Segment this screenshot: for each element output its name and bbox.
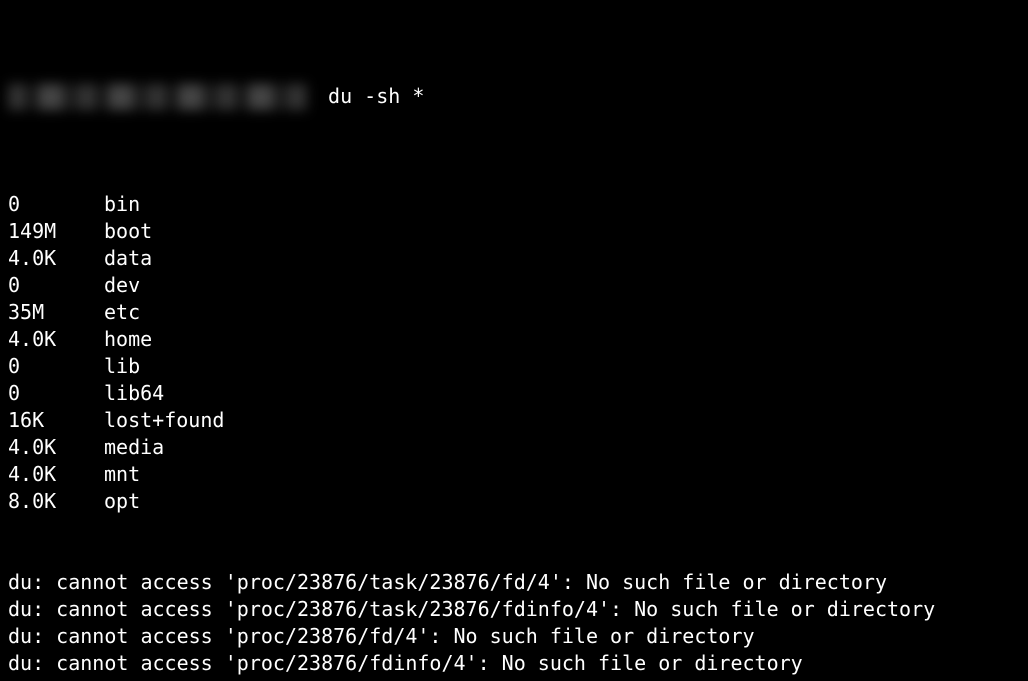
du-name: lib — [104, 353, 140, 380]
du-error-line: du: cannot access 'proc/23876/fdinfo/4':… — [8, 650, 1020, 677]
du-size: 35M — [8, 299, 104, 326]
du-row: 4.0Kdata — [8, 245, 1020, 272]
du-row: 4.0Khome — [8, 326, 1020, 353]
du-row: 149Mboot — [8, 218, 1020, 245]
du-size: 4.0K — [8, 461, 104, 488]
du-name: bin — [104, 191, 140, 218]
du-size: 0 — [8, 191, 104, 218]
du-name: home — [104, 326, 152, 353]
du-name: boot — [104, 218, 152, 245]
du-row: 4.0Kmedia — [8, 434, 1020, 461]
du-row: 0lib — [8, 353, 1020, 380]
du-name: lost+found — [104, 407, 224, 434]
du-row: 0dev — [8, 272, 1020, 299]
terminal-output[interactable]: du -sh * 0bin149Mboot4.0Kdata0dev35Metc4… — [0, 0, 1028, 681]
du-size: 4.0K — [8, 245, 104, 272]
du-size: 16K — [8, 407, 104, 434]
du-name: opt — [104, 488, 140, 515]
du-error-line: du: cannot access 'proc/23876/fd/4': No … — [8, 623, 1020, 650]
du-name: media — [104, 434, 164, 461]
du-size: 4.0K — [8, 434, 104, 461]
du-size: 0 — [8, 353, 104, 380]
du-name: mnt — [104, 461, 140, 488]
command-text: du -sh * — [316, 83, 424, 110]
du-row: 0lib64 — [8, 380, 1020, 407]
du-row: 4.0Kmnt — [8, 461, 1020, 488]
du-error-block: du: cannot access 'proc/23876/task/23876… — [8, 569, 1020, 677]
du-row: 0bin — [8, 191, 1020, 218]
du-size: 0 — [8, 380, 104, 407]
du-name: lib64 — [104, 380, 164, 407]
du-name: data — [104, 245, 152, 272]
du-row: 16Klost+found — [8, 407, 1020, 434]
prompt-line: du -sh * — [8, 83, 1020, 110]
du-size: 4.0K — [8, 326, 104, 353]
du-row: 35Metc — [8, 299, 1020, 326]
du-row: 8.0Kopt — [8, 488, 1020, 515]
du-error-line: du: cannot access 'proc/23876/task/23876… — [8, 569, 1020, 596]
du-output-block-1: 0bin149Mboot4.0Kdata0dev35Metc4.0Khome0l… — [8, 191, 1020, 515]
du-size: 149M — [8, 218, 104, 245]
du-error-line: du: cannot access 'proc/23876/task/23876… — [8, 596, 1020, 623]
redacted-prompt-user-host — [8, 84, 308, 110]
du-size: 0 — [8, 272, 104, 299]
du-name: etc — [104, 299, 140, 326]
du-size: 8.0K — [8, 488, 104, 515]
du-name: dev — [104, 272, 140, 299]
